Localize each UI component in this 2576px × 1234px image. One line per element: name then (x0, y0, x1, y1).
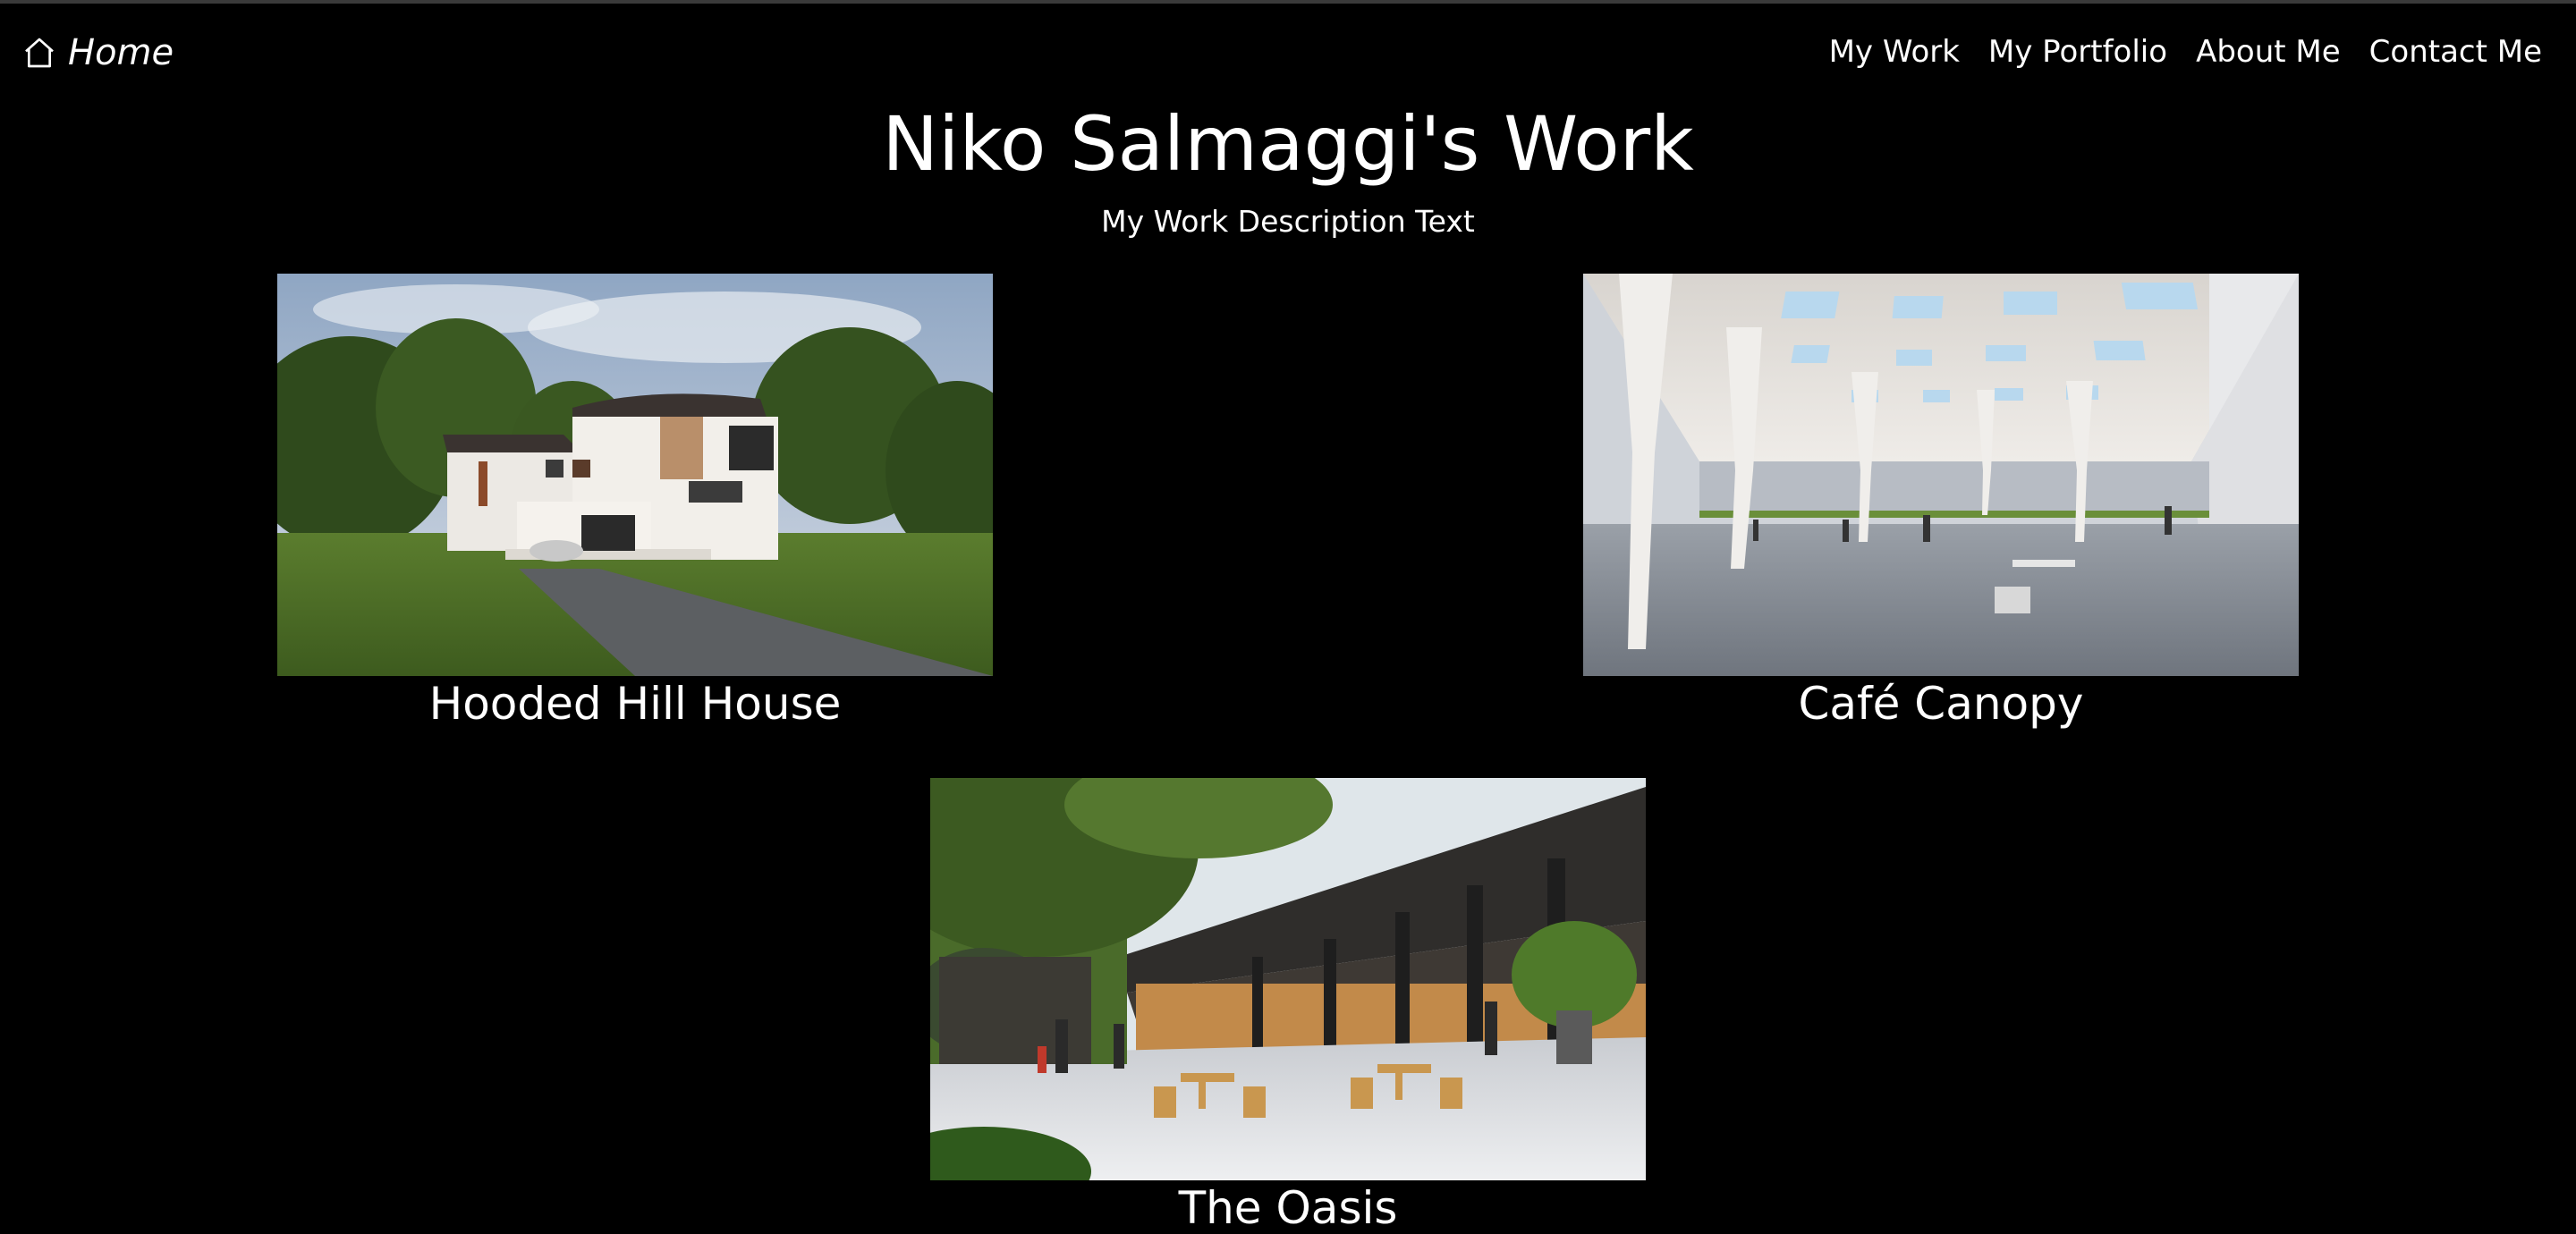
nav-about-me[interactable]: About Me (2196, 34, 2341, 70)
project-title[interactable]: Hooded Hill House (277, 678, 993, 730)
page-subtitle: My Work Description Text (1101, 204, 1475, 239)
project-title[interactable]: The Oasis (930, 1182, 1646, 1234)
nav-my-work[interactable]: My Work (1829, 34, 1960, 70)
page-title: Niko Salmaggi's Work (882, 100, 1694, 188)
nav-my-portfolio[interactable]: My Portfolio (1988, 34, 2167, 70)
project-card-the-oasis[interactable]: The Oasis (930, 778, 1646, 1234)
project-card-hooded-hill-house[interactable]: Hooded Hill House (277, 274, 993, 730)
project-card-cafe-canopy[interactable]: Café Canopy (1583, 274, 2299, 730)
nav-contact-me[interactable]: Contact Me (2369, 34, 2542, 70)
main-nav: My Work My Portfolio About Me Contact Me (1829, 34, 2542, 70)
project-title[interactable]: Café Canopy (1583, 678, 2299, 730)
canopy-render-image[interactable] (1583, 274, 2299, 676)
courtyard-render-image[interactable] (930, 778, 1646, 1180)
home-label: Home (68, 32, 174, 73)
house-render-image[interactable] (277, 274, 993, 676)
home-link[interactable]: Home (21, 32, 174, 73)
top-border (0, 0, 2576, 4)
home-icon (25, 38, 54, 68)
